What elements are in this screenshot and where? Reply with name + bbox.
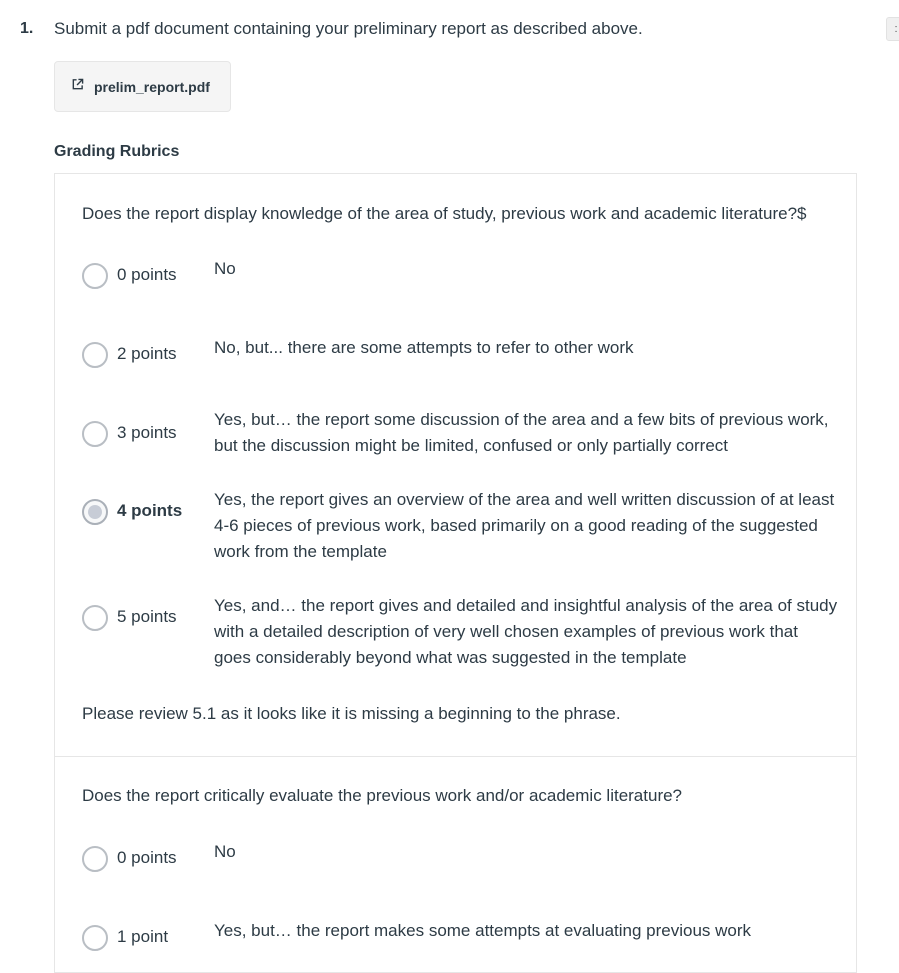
- criterion-description: Does the report critically evaluate the …: [82, 786, 683, 805]
- rating-points: 2 points: [117, 344, 177, 363]
- attachment-button[interactable]: prelim_report.pdf: [54, 61, 231, 112]
- rubric-container: Does the report display knowledge of the…: [54, 173, 857, 973]
- side-menu-button[interactable]: :: [886, 17, 899, 41]
- rating-description: Yes, but… the report makes some attempts…: [214, 921, 752, 940]
- question-number: 1.: [20, 20, 34, 37]
- rating-description: Yes, the report gives an overview of the…: [214, 490, 835, 561]
- rating-points: 3 points: [117, 423, 177, 442]
- rating-radio[interactable]: [82, 925, 108, 951]
- rating-radio-selected[interactable]: [82, 499, 108, 525]
- rating-radio[interactable]: [82, 263, 108, 289]
- rating-points: 4 points: [117, 501, 183, 520]
- criterion-divider: [55, 756, 856, 757]
- rating-description: No: [214, 259, 236, 278]
- rating-points: 0 points: [117, 265, 177, 284]
- question-text: Submit a pdf document containing your pr…: [54, 19, 643, 38]
- attachment-filename: prelim_report.pdf: [94, 78, 210, 95]
- rating-radio[interactable]: [82, 605, 108, 631]
- rating-description: Yes, and… the report gives and detailed …: [214, 596, 838, 667]
- rating-description: Yes, but… the report some discussion of …: [214, 410, 829, 455]
- grader-comment: Please review 5.1 as it looks like it is…: [82, 704, 621, 723]
- rating-points: 5 points: [117, 607, 177, 626]
- rating-description: No: [214, 842, 236, 861]
- external-link-icon: [71, 78, 84, 96]
- rating-description: No, but... there are some attempts to re…: [214, 338, 634, 357]
- rating-points: 1 point: [117, 927, 169, 946]
- criterion-description: Does the report display knowledge of the…: [82, 204, 807, 223]
- grading-rubrics-title: Grading Rubrics: [54, 143, 180, 160]
- rating-radio[interactable]: [82, 342, 108, 368]
- rating-radio[interactable]: [82, 421, 108, 447]
- rating-points: 0 points: [117, 848, 177, 867]
- rating-radio[interactable]: [82, 846, 108, 872]
